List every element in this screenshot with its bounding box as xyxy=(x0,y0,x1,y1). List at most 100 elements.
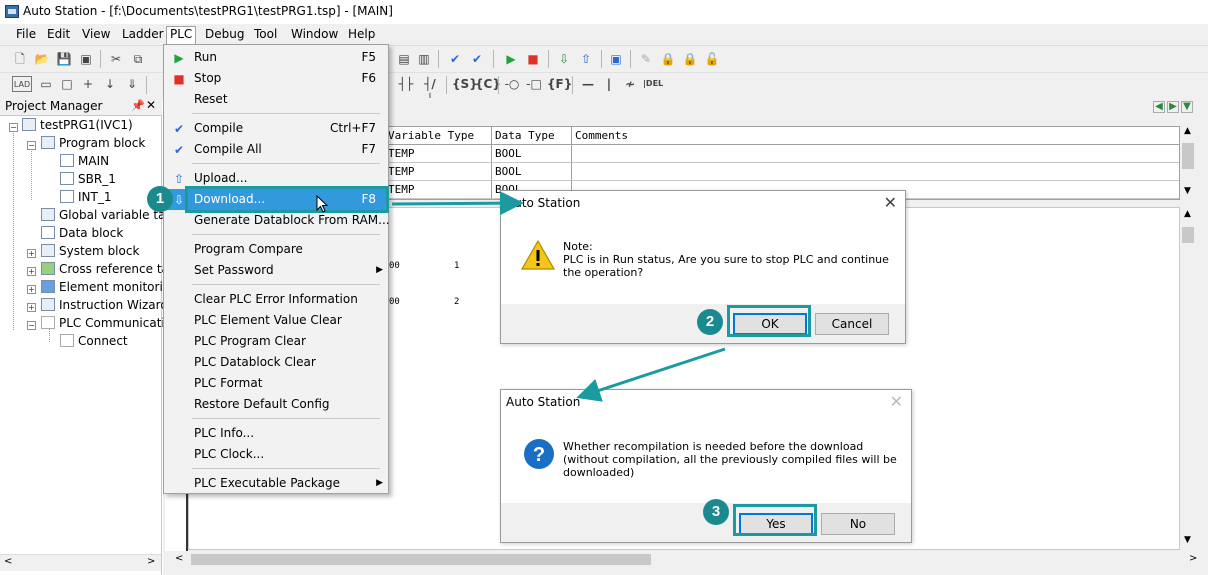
ladder-vertical-scrollbar[interactable]: ▲ ▼ xyxy=(1180,207,1197,550)
new-file-icon[interactable]: 🗋 xyxy=(12,51,28,67)
column-header[interactable]: Comments xyxy=(572,127,1179,145)
menu-view[interactable]: View xyxy=(79,27,113,44)
upload-icon[interactable]: ⇧ xyxy=(578,51,594,67)
tab-scroll-right-icon[interactable]: ▶ xyxy=(1167,101,1179,113)
tree-item-plc-communication[interactable]: PLC Communicati xyxy=(41,316,165,334)
layout-icon[interactable]: ▤ xyxy=(396,51,412,67)
menu-item-compile-all[interactable]: ✔ Compile All F7 xyxy=(164,139,388,160)
scroll-right-icon[interactable]: > xyxy=(1189,553,1197,564)
editor-horizontal-scrollbar[interactable]: < > xyxy=(171,551,1208,569)
scroll-right-icon[interactable]: > xyxy=(147,556,155,567)
function-icon[interactable]: {F} xyxy=(547,76,572,92)
box-icon[interactable]: ▭ xyxy=(38,76,54,92)
menu-item-plc-info[interactable]: PLC Info... xyxy=(164,423,388,444)
tree-item-int1[interactable]: INT_1 xyxy=(60,190,111,208)
tree-expander[interactable]: + xyxy=(27,267,36,276)
tab-scroll-left-icon[interactable]: ◀ xyxy=(1153,101,1165,113)
cancel-button[interactable]: Cancel xyxy=(815,313,889,335)
cross-icon[interactable]: + xyxy=(80,76,96,92)
split-view-icon[interactable]: ▥ xyxy=(416,51,432,67)
tree-item-program-block[interactable]: Program block xyxy=(41,136,145,154)
column-header[interactable]: Variable Type xyxy=(385,127,492,145)
tree-item-global-variable[interactable]: Global variable tab xyxy=(41,208,173,226)
tree-item-element-monitoring[interactable]: Element monitorin xyxy=(41,280,170,298)
table-cell[interactable] xyxy=(572,145,1179,163)
menu-plc[interactable]: PLC xyxy=(166,26,197,46)
tab-list-icon[interactable]: ▼ xyxy=(1181,101,1193,113)
download-icon[interactable]: ⇩ xyxy=(556,51,572,67)
tree-item-cross-reference[interactable]: Cross reference tal xyxy=(41,262,172,280)
ladder-mode-icon[interactable]: LAD xyxy=(12,76,32,92)
delete-line-icon[interactable]: ≁ xyxy=(622,76,638,92)
menu-help[interactable]: Help xyxy=(345,27,378,44)
menu-item-program-clear[interactable]: PLC Program Clear xyxy=(164,331,388,352)
table-vertical-scrollbar[interactable]: ▲ ▼ xyxy=(1180,126,1197,200)
menu-item-generate-datablock[interactable]: Generate Datablock From RAM... xyxy=(164,210,390,231)
stop-icon[interactable]: ■ xyxy=(525,51,541,67)
close-icon[interactable]: ✕ xyxy=(146,98,156,112)
tree-item-main[interactable]: MAIN xyxy=(60,154,109,172)
menu-item-set-password[interactable]: Set Password ▶ xyxy=(164,260,388,281)
contact-nc-icon[interactable]: ┤/├ xyxy=(422,76,438,107)
menu-item-compile[interactable]: ✔ Compile Ctrl+F7 xyxy=(164,118,388,139)
scroll-down-icon[interactable]: ▼ xyxy=(1184,535,1191,545)
tree-expander[interactable]: + xyxy=(27,303,36,312)
tree-expander[interactable]: − xyxy=(27,141,36,150)
menu-item-reset[interactable]: Reset xyxy=(164,89,388,110)
scroll-left-icon[interactable]: < xyxy=(4,556,12,567)
menu-item-restore-default[interactable]: Restore Default Config xyxy=(164,394,388,415)
rectangle-icon[interactable]: □ xyxy=(59,76,75,92)
menu-debug[interactable]: Debug xyxy=(202,27,247,44)
tree-expander[interactable]: + xyxy=(27,249,36,258)
close-icon[interactable]: ✕ xyxy=(884,193,897,212)
delete-vertical-icon[interactable]: |DEL xyxy=(643,76,663,92)
scroll-left-icon[interactable]: < xyxy=(175,553,183,564)
arrow-down-outline-icon[interactable]: ⇓ xyxy=(124,76,140,92)
menu-item-element-value-clear[interactable]: PLC Element Value Clear xyxy=(164,310,388,331)
function-box-icon[interactable]: -□ xyxy=(526,76,542,92)
menu-edit[interactable]: Edit xyxy=(44,27,73,44)
scroll-down-icon[interactable]: ▼ xyxy=(1184,186,1191,196)
scroll-thumb[interactable] xyxy=(1182,227,1194,243)
tree-item-system-block[interactable]: System block xyxy=(41,244,139,262)
menu-file[interactable]: File xyxy=(13,27,39,44)
vertical-line-icon[interactable]: | xyxy=(601,76,617,92)
monitor-icon[interactable]: ▣ xyxy=(608,51,624,67)
open-folder-icon[interactable]: 📂 xyxy=(34,51,50,67)
menu-tool[interactable]: Tool xyxy=(251,27,280,44)
scroll-up-icon[interactable]: ▲ xyxy=(1184,209,1191,219)
counter-coil-icon[interactable]: {C} xyxy=(475,76,501,92)
tree-item-sbr1[interactable]: SBR_1 xyxy=(60,172,116,190)
table-cell[interactable]: BOOL xyxy=(492,163,572,181)
menu-item-stop[interactable]: ■ Stop F6 xyxy=(164,68,388,89)
tree-item-data-block[interactable]: Data block xyxy=(41,226,123,244)
scroll-thumb[interactable] xyxy=(191,554,651,565)
table-cell[interactable]: TEMP xyxy=(385,145,492,163)
table-cell[interactable]: BOOL xyxy=(492,145,572,163)
table-cell[interactable]: TEMP xyxy=(385,163,492,181)
menu-window[interactable]: Window xyxy=(288,27,341,44)
tree-item-connect[interactable]: Connect xyxy=(60,334,128,352)
no-button[interactable]: No xyxy=(821,513,895,535)
tree-item-instruction-wizard[interactable]: Instruction Wizard xyxy=(41,298,168,316)
horizontal-scrollbar[interactable]: < > xyxy=(0,554,161,571)
menu-item-format[interactable]: PLC Format xyxy=(164,373,388,394)
menu-item-run[interactable]: ▶ Run F5 xyxy=(164,47,388,68)
save-icon[interactable]: 💾 xyxy=(56,51,72,67)
cut-icon[interactable]: ✂ xyxy=(108,51,124,67)
menu-item-plc-clock[interactable]: PLC Clock... xyxy=(164,444,388,465)
menu-item-executable-package[interactable]: PLC Executable Package ▶ xyxy=(164,473,388,494)
save-all-icon[interactable]: ▣ xyxy=(78,51,94,67)
tree-expander[interactable]: + xyxy=(27,285,36,294)
copy-icon[interactable]: ⧉ xyxy=(130,51,146,67)
compile-all-icon[interactable]: ✔ xyxy=(469,51,485,67)
scroll-up-icon[interactable]: ▲ xyxy=(1184,126,1191,136)
menu-ladder[interactable]: Ladder xyxy=(119,27,167,44)
set-coil-icon[interactable]: {S} xyxy=(452,76,478,92)
tree-item-project[interactable]: testPRG1(IVC1) xyxy=(22,118,133,136)
tree-expander[interactable]: − xyxy=(9,123,18,132)
arrow-down-icon[interactable]: ↓ xyxy=(102,76,118,92)
scroll-thumb[interactable] xyxy=(1182,143,1194,169)
column-header[interactable]: Data Type xyxy=(492,127,572,145)
tree-expander[interactable]: − xyxy=(27,321,36,330)
